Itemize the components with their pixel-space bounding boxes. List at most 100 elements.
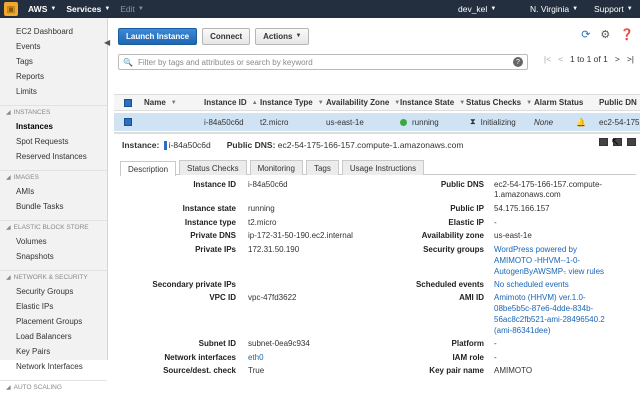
col-name[interactable]: Name ▼ — [144, 95, 177, 110]
ami-link-2[interactable]: 08be5b5c-87e6-4dde-834b- — [494, 304, 593, 313]
search-help-icon[interactable]: ? — [513, 57, 523, 67]
value-public-dns-1: ec2-54-175-166-157.compute- — [494, 180, 603, 189]
nav-edit[interactable]: Edit ▼ — [120, 4, 144, 14]
sidebar-section-ebs[interactable]: ◢ ELASTIC BLOCK STORE — [0, 220, 107, 234]
launch-instance-button[interactable]: Launch Instance — [118, 27, 198, 45]
dns-heading-value: ec2-54-175-166-157.compute-1.amazonaws.c… — [277, 140, 464, 150]
sort-icon: ▼ — [317, 99, 324, 106]
tab-description[interactable]: Description — [120, 161, 177, 176]
collapse-triangle-icon: ◢ — [6, 385, 11, 391]
refresh-icon[interactable]: ⟳ — [581, 28, 590, 41]
nav-user[interactable]: dev_kel ▼ — [458, 0, 496, 18]
section-title: NETWORK & SECURITY — [13, 274, 88, 281]
nav-aws[interactable]: AWS ▼ — [28, 4, 56, 14]
instance-icon — [163, 141, 167, 151]
security-group-link-2[interactable]: AMIMOTO -HHVM--1-0- — [494, 256, 580, 265]
sidebar-collapse-icon[interactable]: ◀ — [104, 38, 114, 50]
sidebar-item-tags[interactable]: Tags — [0, 54, 107, 69]
last-page-icon[interactable]: >| — [627, 54, 634, 64]
sidebar-item-network-interfaces[interactable]: Network Interfaces — [0, 359, 107, 374]
sidebar-item-key-pairs[interactable]: Key Pairs — [0, 344, 107, 359]
nav-services[interactable]: Services ▼ — [66, 4, 110, 14]
tab-monitoring[interactable]: Monitoring — [249, 160, 303, 175]
col-instance-id[interactable]: Instance ID ▲ — [204, 95, 258, 110]
pane-splitter[interactable] — [114, 132, 640, 134]
checkbox-icon — [124, 98, 132, 107]
ami-link-4[interactable]: (ami-86341dee) — [494, 326, 550, 335]
layout-full-icon[interactable] — [627, 138, 636, 146]
aws-logo-icon[interactable]: ▣ — [4, 2, 18, 16]
col-alarm-status[interactable]: Alarm Status — [534, 95, 583, 110]
sidebar-item-events[interactable]: Events — [0, 39, 107, 54]
label-elastic-ip: Elastic IP — [448, 218, 484, 227]
ami-link-1[interactable]: Amimoto (HHVM) ver.1.0- — [494, 293, 586, 302]
col-instance-state[interactable]: Instance State ▼ — [400, 95, 465, 110]
sidebar-item-reports[interactable]: Reports — [0, 69, 107, 84]
actions-button[interactable]: Actions ▼ — [255, 27, 310, 45]
eth0-link[interactable]: eth0 — [248, 353, 264, 362]
sidebar-item-snapshots[interactable]: Snapshots — [0, 249, 107, 264]
label-instance-id: Instance ID — [193, 180, 236, 189]
table-row[interactable]: i-84a50c6d t2.micro us-east-1e running ⧗… — [114, 113, 640, 131]
value-public-dns-2: 1.amazonaws.com — [494, 190, 561, 199]
prev-page-icon[interactable]: < — [558, 54, 563, 64]
sidebar-item-reserved-instances[interactable]: Reserved Instances — [0, 149, 107, 164]
search-input[interactable]: 🔍 Filter by tags and attributes or searc… — [118, 54, 528, 70]
col-status-checks[interactable]: Status Checks ▼ — [466, 95, 532, 110]
security-group-link-3[interactable]: AutogenByAWSMP- — [494, 267, 566, 276]
sidebar-item-ec2-dashboard[interactable]: EC2 Dashboard — [0, 24, 107, 39]
sidebar-item-elastic-ips[interactable]: Elastic IPs — [0, 299, 107, 314]
value-private-ips: 172.31.50.190 — [248, 245, 300, 254]
row-checkbox[interactable] — [124, 113, 132, 131]
sidebar-item-bundle-tasks[interactable]: Bundle Tasks — [0, 199, 107, 214]
tab-usage-instructions[interactable]: Usage Instructions — [341, 160, 425, 175]
value-instance-id: i-84a50c6d — [248, 180, 288, 189]
user-label: dev_kel — [458, 4, 488, 14]
col-instance-type[interactable]: Instance Type ▼ — [260, 95, 324, 110]
chevron-down-icon: ▼ — [626, 6, 633, 12]
value-subnet-id: subnet-0ea9c934 — [248, 339, 310, 348]
sidebar-item-placement-groups[interactable]: Placement Groups — [0, 314, 107, 329]
sidebar-item-volumes[interactable]: Volumes — [0, 234, 107, 249]
layout-bottom-icon[interactable] — [599, 138, 608, 146]
view-rules-link[interactable]: . view rules — [564, 267, 604, 276]
chevron-down-icon: ▼ — [572, 6, 579, 12]
value-instance-state: running — [248, 204, 275, 213]
sidebar-item-security-groups[interactable]: Security Groups — [0, 284, 107, 299]
first-page-icon[interactable]: |< — [544, 54, 551, 64]
ami-link-3[interactable]: 56ac8c2fb521-ami-28496540.2 — [494, 315, 605, 324]
nav-region[interactable]: N. Virginia ▼ — [530, 0, 578, 18]
help-icon[interactable]: ❓ — [620, 28, 634, 41]
value-elastic-ip: - — [494, 218, 497, 227]
col-availability-zone[interactable]: Availability Zone ▼ — [326, 95, 400, 110]
label-public-dns: Public DNS — [440, 180, 484, 189]
connect-button[interactable]: Connect — [202, 27, 251, 45]
section-title: INSTANCES — [13, 109, 51, 116]
security-group-link-1[interactable]: WordPress powered by — [494, 245, 577, 254]
col-public-dns[interactable]: Public DN — [599, 95, 637, 110]
sidebar-section-images[interactable]: ◢ IMAGES — [0, 170, 107, 184]
edit-label: Edit — [120, 4, 135, 14]
create-alarm-icon[interactable]: 🔔 — [576, 113, 586, 131]
sidebar-section-network-security[interactable]: ◢ NETWORK & SECURITY — [0, 270, 107, 284]
label-ami-id: AMI ID — [459, 293, 484, 302]
row-alarm: None — [534, 117, 554, 127]
sidebar-item-amis[interactable]: AMIs — [0, 184, 107, 199]
tab-status-checks[interactable]: Status Checks — [179, 160, 247, 175]
chevron-down-icon: ▼ — [50, 6, 57, 12]
tab-tags[interactable]: Tags — [305, 160, 339, 175]
scheduled-events-link[interactable]: No scheduled events — [494, 280, 569, 289]
sidebar-item-load-balancers[interactable]: Load Balancers — [0, 329, 107, 344]
label-public-ip: Public IP — [450, 204, 484, 213]
next-page-icon[interactable]: > — [615, 54, 620, 64]
sidebar-item-instances[interactable]: Instances — [0, 119, 107, 134]
label-source-dest-check: Source/dest. check — [163, 366, 236, 375]
sidebar-item-limits[interactable]: Limits — [0, 84, 107, 99]
nav-support[interactable]: Support ▼ — [594, 0, 633, 18]
sidebar-section-auto-scaling[interactable]: ◢ AUTO SCALING — [0, 380, 107, 394]
sidebar-section-instances[interactable]: ◢ INSTANCES — [0, 105, 107, 119]
search-icon: 🔍 — [123, 57, 133, 67]
select-all-checkbox[interactable] — [124, 95, 132, 110]
settings-gear-icon[interactable]: ⚙ — [600, 28, 610, 41]
sidebar-item-spot-requests[interactable]: Spot Requests — [0, 134, 107, 149]
